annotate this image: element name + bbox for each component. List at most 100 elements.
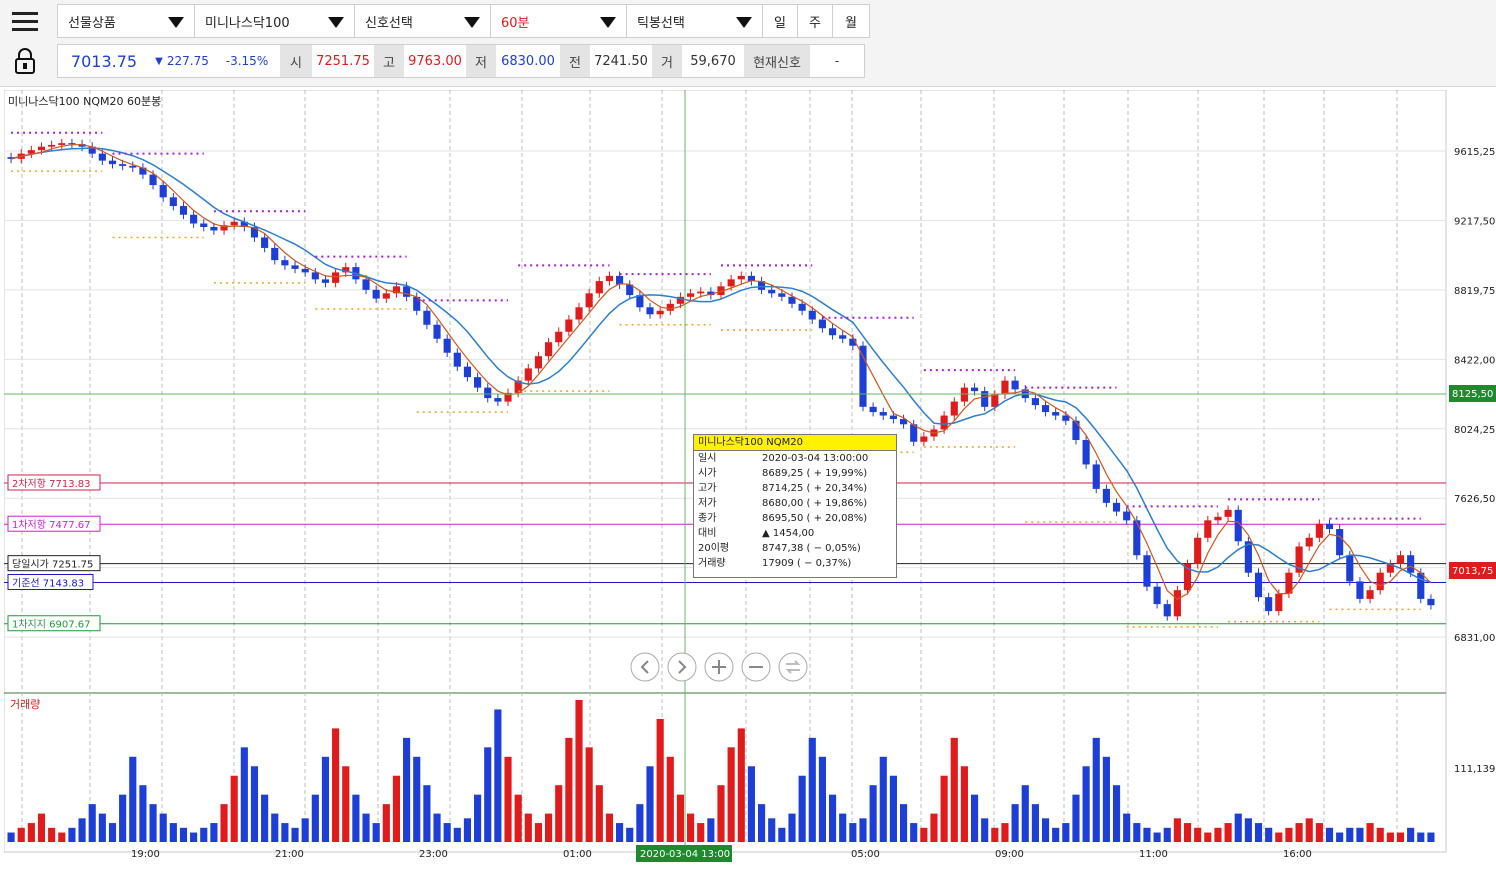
volume-bar bbox=[1031, 804, 1039, 842]
candle-body bbox=[950, 401, 958, 416]
low-value: 6830.00 bbox=[501, 53, 555, 69]
candle-body bbox=[727, 279, 735, 287]
volume-bar bbox=[575, 700, 583, 842]
candle-body bbox=[1123, 511, 1131, 521]
current-price: 7013.75 bbox=[70, 51, 138, 71]
volume-bar bbox=[1366, 823, 1374, 842]
candle-body bbox=[200, 223, 208, 227]
price-tick-label: 6831,00 bbox=[1454, 633, 1495, 644]
tick-select[interactable]: 틱봉선택 bbox=[626, 4, 763, 38]
quote-bar: 7013.75 ▼ 227.75 -3.15% 시 7251.75 고 9763.… bbox=[57, 44, 865, 78]
volume-bar bbox=[727, 747, 735, 842]
volume-bar bbox=[930, 813, 938, 842]
candle-body bbox=[879, 412, 887, 416]
candle-body bbox=[768, 289, 776, 294]
period-month-button[interactable]: 월 bbox=[832, 4, 870, 38]
tooltip-row-value: 8689,25 ( + 19,99%) bbox=[762, 468, 868, 479]
candle-body bbox=[656, 310, 664, 315]
volume-bar bbox=[747, 766, 755, 842]
tooltip-row: 대비 ▲ 1454,00 bbox=[694, 526, 896, 541]
volume-bar bbox=[707, 818, 715, 842]
period-week-button[interactable]: 주 bbox=[797, 4, 833, 38]
volume-bar bbox=[250, 766, 259, 842]
volume-bar bbox=[1082, 766, 1090, 842]
volume-bar bbox=[1407, 827, 1415, 842]
volume-bar bbox=[1092, 737, 1100, 842]
tooltip-row: 종가 8695,50 ( + 20,08%) bbox=[694, 511, 896, 526]
level-label: 2차저항 7713.83 bbox=[12, 478, 91, 490]
interval-select[interactable]: 60분 bbox=[490, 4, 627, 38]
tooltip-rows: 일시 2020-03-04 13:00:00 시가 8689,25 ( + 19,99… bbox=[694, 451, 896, 571]
ohlc-tooltip: 미니나스닥100 NQM20 일시 2020-03-04 13:00:00 시가 86… bbox=[693, 434, 897, 578]
lock-icon[interactable] bbox=[6, 44, 44, 78]
volume-bar bbox=[37, 813, 46, 842]
price-tick-label: 8819,75 bbox=[1454, 286, 1495, 297]
volume-bar bbox=[1396, 832, 1405, 842]
product-select-label: 선물상품 bbox=[68, 15, 116, 31]
candle-body bbox=[261, 237, 269, 248]
candle-body bbox=[1376, 572, 1384, 591]
tooltip-row-label: 20이평 bbox=[698, 543, 730, 554]
candle-body bbox=[1275, 593, 1283, 612]
volume-bar bbox=[1417, 832, 1425, 842]
candle-body bbox=[291, 265, 299, 269]
product-select[interactable]: 선물상품 bbox=[57, 4, 195, 38]
candle-body bbox=[565, 319, 573, 332]
volume-bar bbox=[960, 766, 968, 842]
candle-body bbox=[403, 286, 411, 297]
candle-body bbox=[991, 394, 999, 407]
time-tick-label: 11:00 bbox=[1139, 849, 1168, 860]
instrument-select[interactable]: 미니나스닥100 bbox=[194, 4, 355, 38]
candle-body bbox=[1325, 523, 1334, 530]
volume-bar bbox=[1123, 813, 1131, 842]
volume-bar bbox=[534, 823, 543, 842]
volume-bar bbox=[433, 813, 441, 842]
zoom-in-icon[interactable] bbox=[704, 652, 734, 682]
volume-bar bbox=[78, 818, 86, 842]
hamburger-menu-icon[interactable] bbox=[6, 4, 44, 38]
candle-body bbox=[382, 293, 390, 299]
candle-body bbox=[48, 144, 56, 147]
period-day-button[interactable]: 일 bbox=[762, 4, 798, 38]
volume-bar bbox=[48, 827, 56, 842]
candle-body bbox=[1417, 572, 1425, 599]
price-change-value: 227.75 bbox=[166, 54, 209, 68]
prev-label: 전 bbox=[560, 45, 590, 77]
volume-bar bbox=[616, 823, 624, 842]
zoom-out-icon[interactable] bbox=[741, 652, 771, 682]
volume-bar bbox=[1427, 832, 1435, 842]
candle-body bbox=[839, 335, 847, 339]
candle-body bbox=[737, 275, 745, 280]
price-tick-label: 7626,50 bbox=[1454, 494, 1495, 505]
volume-title: 거래량 bbox=[10, 698, 40, 711]
volume-label: 거 bbox=[652, 45, 682, 77]
volume-bar bbox=[626, 827, 634, 842]
candle-body bbox=[970, 387, 979, 392]
volume-bar bbox=[950, 737, 958, 842]
signal-select[interactable]: 신호선택 bbox=[354, 4, 491, 38]
volume-bar bbox=[271, 813, 279, 842]
volume-bar bbox=[1386, 832, 1394, 842]
candle-body bbox=[666, 303, 674, 311]
price-change-pct: -3.15% bbox=[225, 54, 269, 68]
candle-body bbox=[1194, 537, 1202, 564]
volume-bar bbox=[179, 827, 188, 842]
volume-bar bbox=[981, 818, 989, 842]
tooltip-row: 20이평 8747,38 ( − 0,05%) bbox=[694, 541, 896, 556]
high-value: 9763.00 bbox=[408, 53, 462, 69]
volume-bar bbox=[240, 747, 248, 842]
volume-bar bbox=[970, 794, 979, 842]
time-tick-label: 09:00 bbox=[995, 849, 1024, 860]
volume-bar bbox=[139, 785, 147, 842]
refresh-icon[interactable] bbox=[778, 652, 808, 682]
candle-body bbox=[605, 275, 614, 282]
chart-area[interactable]: 2차저항 7713.83 1차저항 7477.67 당일시가 7251.75 기준선 … bbox=[3, 89, 1496, 866]
volume-bar bbox=[352, 794, 360, 842]
candle-body bbox=[1112, 502, 1121, 512]
candle-body bbox=[433, 324, 441, 339]
volume-bar bbox=[666, 756, 674, 842]
chevron-left-icon[interactable] bbox=[630, 652, 660, 682]
candle-body bbox=[271, 247, 279, 261]
volume-bar bbox=[210, 823, 218, 842]
chevron-right-icon[interactable] bbox=[667, 652, 697, 682]
